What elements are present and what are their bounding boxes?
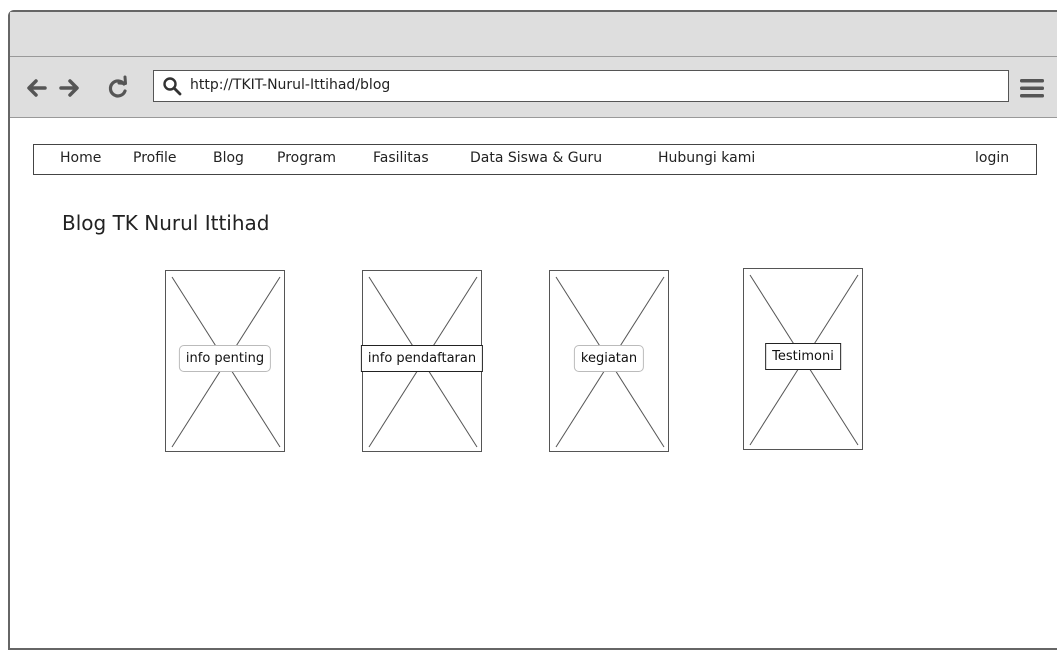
nav-login[interactable]: login [975,150,1009,166]
nav-program[interactable]: Program [277,150,336,166]
blog-card-testimoni[interactable]: Testimoni [743,268,863,450]
blog-card-label: kegiatan [573,345,645,372]
browser-title-bar [10,12,1057,56]
blog-card-info-penting[interactable]: info penting [165,270,285,452]
nav-profile[interactable]: Profile [133,150,177,166]
nav-hubungi-kami[interactable]: Hubungi kami [658,150,755,166]
back-button[interactable] [24,74,48,102]
hamburger-menu-icon[interactable] [1018,76,1046,100]
nav-home[interactable]: Home [60,150,101,166]
blog-card-label: Testimoni [765,343,841,370]
forward-button[interactable] [58,74,82,102]
forward-arrow-icon [59,79,79,97]
blog-card-label: info penting [178,345,272,372]
blog-card-info-pendaftaran[interactable]: info pendaftaran [360,270,484,452]
page-title: Blog TK Nurul Ittihad [62,211,270,235]
nav-blog[interactable]: Blog [213,150,244,166]
blog-card-label: info pendaftaran [360,345,484,372]
blog-card-kegiatan[interactable]: kegiatan [549,270,669,452]
search-icon [163,77,182,96]
nav-data-siswa-guru[interactable]: Data Siswa & Guru [470,150,602,166]
address-bar[interactable]: http://TKIT-Nurul-Ittihad/blog [153,70,1009,102]
reload-button[interactable] [106,74,130,102]
address-bar-url: http://TKIT-Nurul-Ittihad/blog [190,77,391,93]
site-nav-bar: Home Profile Blog Program Fasilitas Data… [33,144,1037,175]
back-arrow-icon [27,79,47,97]
nav-fasilitas[interactable]: Fasilitas [373,150,429,166]
reload-icon [108,75,127,98]
